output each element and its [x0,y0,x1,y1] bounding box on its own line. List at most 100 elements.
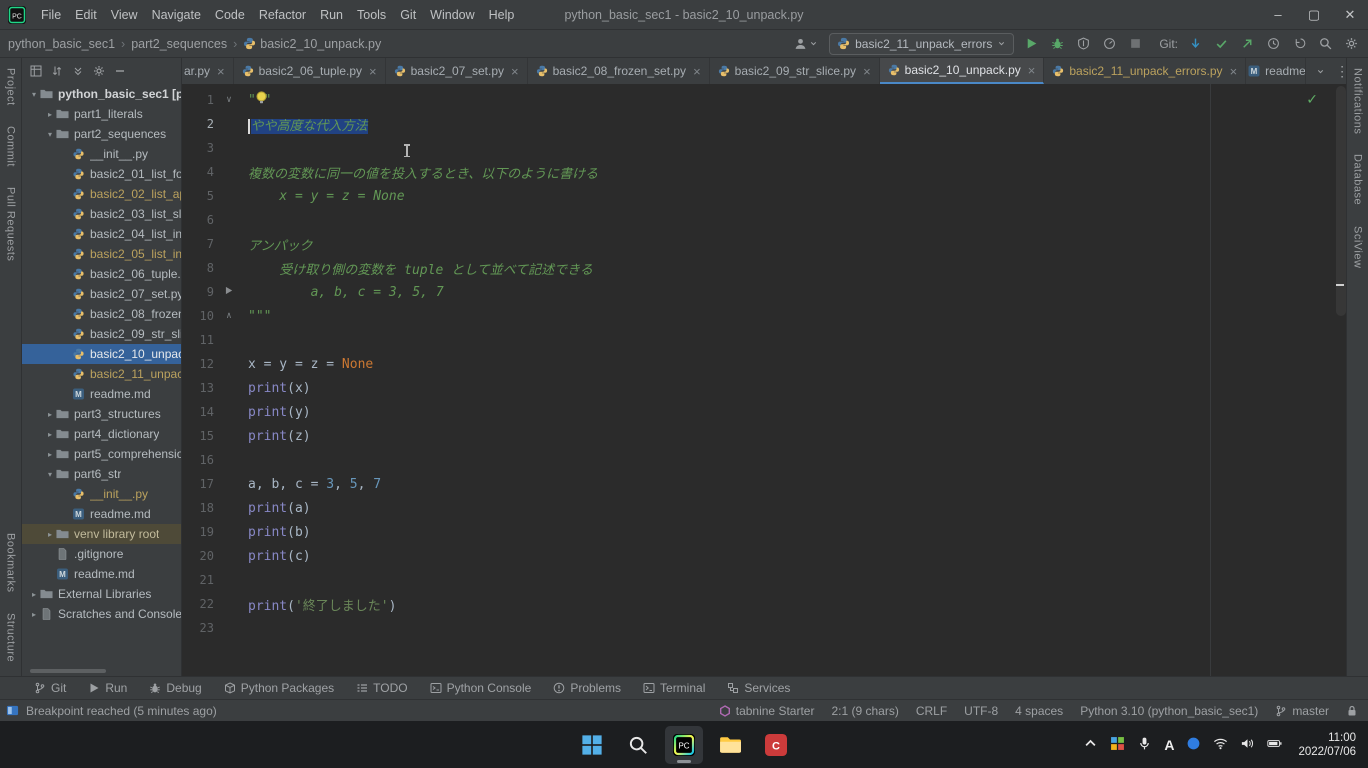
line-number[interactable]: 9 [182,285,218,299]
tree-item[interactable]: ▸venv library root [22,524,181,544]
code-line[interactable]: 17a, b, c = 3, 5, 7 [182,472,1346,496]
battery-tray-button[interactable] [1267,736,1282,754]
tree-item[interactable]: Mreadme.md [22,384,181,404]
breadcrumb-item[interactable]: part2_sequences [131,37,227,51]
push-button[interactable] [1239,35,1256,52]
ime-mode-indicator[interactable]: A [1164,737,1174,753]
hidden-tabs-chevron-icon[interactable] [1316,67,1325,76]
tree-item[interactable]: basic2_08_frozen_set.p [22,304,181,324]
tree-item[interactable]: Mreadme.md [22,504,181,524]
tool-strip-item-database[interactable]: Database [1352,144,1364,215]
tree-item[interactable]: .gitignore [22,544,181,564]
tree-item[interactable]: ▾part6_str [22,464,181,484]
line-number[interactable]: 18 [182,501,218,515]
commit-button[interactable] [1213,35,1230,52]
profiler-button[interactable] [1101,35,1118,52]
interpreter-widget[interactable]: Python 3.10 (python_basic_sec1) [1080,704,1258,718]
indent-widget[interactable]: 4 spaces [1015,704,1063,718]
settings-button[interactable] [1343,35,1360,52]
tree-item[interactable]: ▸part5_comprehension [22,444,181,464]
tree-item[interactable]: ▸part1_literals [22,104,181,124]
code-line[interactable]: 3 [182,136,1346,160]
run-config-select[interactable]: basic2_11_unpack_errors [829,33,1014,55]
editor-vscrollbar[interactable] [1336,86,1346,316]
menu-code[interactable]: Code [208,0,252,30]
tree-chevron-icon[interactable]: ▾ [28,90,40,99]
line-number[interactable]: 6 [182,213,218,227]
hide-icon[interactable] [114,65,126,77]
swap-icon[interactable] [51,65,63,77]
code-line[interactable]: 16 [182,448,1346,472]
volume-tray-button[interactable] [1240,736,1255,754]
taskbar-search-button[interactable] [619,726,657,764]
editor-tab[interactable]: basic2_07_set.py× [386,58,528,84]
editor-tab[interactable]: basic2_09_str_slice.py× [710,58,880,84]
menu-navigate[interactable]: Navigate [145,0,208,30]
encoding-widget[interactable]: UTF-8 [964,704,998,718]
colors-app-tray-button[interactable] [1110,736,1125,754]
code-line[interactable]: 10∧""" [182,304,1346,328]
code-line[interactable]: 8 受け取り側の変数を tuple として並べて記述できる [182,256,1346,280]
tree-item[interactable]: ▸Scratches and Consoles [22,604,181,624]
tree-item[interactable]: basic2_03_list_slice.py [22,204,181,224]
tree-item[interactable]: Mreadme.md [22,564,181,584]
tool-strip-item-sciview[interactable]: SciView [1352,216,1364,278]
code-line[interactable]: 18print(a) [182,496,1346,520]
editor-tab[interactable]: ar.py× [182,58,234,84]
menu-file[interactable]: File [34,0,68,30]
tree-chevron-icon[interactable]: ▸ [28,610,40,619]
line-number[interactable]: 23 [182,621,218,635]
tree-item[interactable]: basic2_11_unpack_erro [22,364,181,384]
code-line[interactable]: 19print(b) [182,520,1346,544]
toolwindow-python-packages[interactable]: Python Packages [224,681,334,695]
stop-button[interactable] [1127,35,1144,52]
tree-item[interactable]: __init__.py [22,144,181,164]
caret-position-widget[interactable]: 2:1 (9 chars) [831,704,898,718]
tree-item[interactable]: basic2_05_list_in_list_v [22,244,181,264]
start-button[interactable] [573,726,611,764]
maximize-button[interactable]: ▢ [1296,0,1332,30]
profile-button[interactable] [792,35,820,52]
code-line[interactable]: 4複数の変数に同一の値を投入するとき、以下のように書ける [182,160,1346,184]
menu-help[interactable]: Help [482,0,522,30]
tool-strip-item-structure[interactable]: Structure [5,603,17,672]
tree-item[interactable]: basic2_10_unpack.py [22,344,181,364]
toolwindow-debug[interactable]: Debug [149,681,201,695]
line-separator-widget[interactable]: CRLF [916,704,947,718]
toolwindow-terminal[interactable]: Terminal [643,681,705,695]
menu-window[interactable]: Window [423,0,481,30]
line-number[interactable]: 21 [182,573,218,587]
line-number[interactable]: 8 [182,261,218,275]
editor-tab[interactable]: Mreadme.n [1246,58,1306,84]
tree-chevron-icon[interactable]: ▸ [28,590,40,599]
code-line[interactable]: 5 x = y = z = None [182,184,1346,208]
toolwindow-python-console[interactable]: Python Console [430,681,532,695]
code-line[interactable]: 15print(z) [182,424,1346,448]
tree-item[interactable]: ▸External Libraries [22,584,181,604]
app-c-button[interactable]: C [757,726,795,764]
pycharm-app-button[interactable]: PC [665,726,703,764]
blue-dot-tray-button[interactable] [1186,736,1201,754]
file-explorer-button[interactable] [711,726,749,764]
line-number[interactable]: 16 [182,453,218,467]
close-button[interactable]: ✕ [1332,0,1368,30]
code-line[interactable]: 12x = y = z = None [182,352,1346,376]
line-number[interactable]: 20 [182,549,218,563]
tree-item[interactable]: basic2_06_tuple.py [22,264,181,284]
tree-chevron-icon[interactable]: ▸ [44,110,56,119]
line-number[interactable]: 22 [182,597,218,611]
line-number[interactable]: 5 [182,189,218,203]
readonly-toggle[interactable] [1346,705,1358,717]
run-with-coverage-button[interactable] [1075,35,1092,52]
menu-run[interactable]: Run [313,0,350,30]
tree-item[interactable]: ▸part3_structures [22,404,181,424]
line-number[interactable]: 17 [182,477,218,491]
tool-strip-item-pull-requests[interactable]: Pull Requests [5,177,17,271]
minimize-button[interactable]: – [1260,0,1296,30]
line-number[interactable]: 12 [182,357,218,371]
line-number[interactable]: 11 [182,333,218,347]
wifi-tray-button[interactable] [1213,736,1228,754]
code-line[interactable]: 22print('終了しました') [182,592,1346,616]
line-number[interactable]: 19 [182,525,218,539]
editor-tab[interactable]: basic2_11_unpack_errors.py× [1044,58,1246,84]
